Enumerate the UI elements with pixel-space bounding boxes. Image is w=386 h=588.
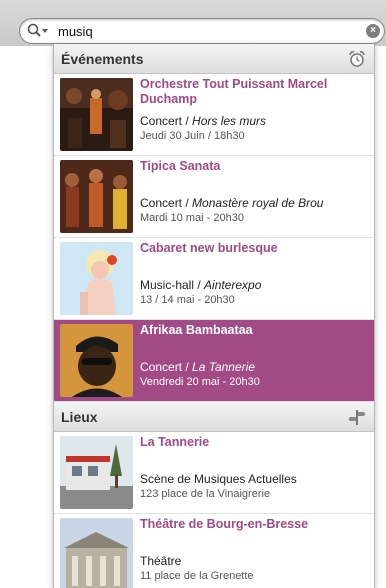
event-category-venue: Concert / Monastère royal de Brou — [140, 196, 324, 210]
place-title: La Tannerie — [140, 435, 210, 449]
place-thumbnail — [60, 436, 133, 509]
place-item[interactable]: La Tannerie Scène de Musiques Actuelles … — [54, 432, 374, 514]
places-section-title: Lieux — [61, 409, 98, 425]
place-address: 11 place de la Grenette — [140, 570, 254, 582]
search-input[interactable] — [58, 22, 358, 40]
event-thumbnail — [60, 242, 133, 315]
event-category-venue: Concert / La Tannerie — [140, 360, 255, 374]
event-item-selected[interactable]: Afrikaa Bambaataa Concert / La Tannerie … — [54, 320, 374, 402]
clear-icon[interactable]: × — [366, 24, 380, 38]
event-item[interactable]: Cabaret new burlesque Music-hall / Ainte… — [54, 238, 374, 320]
event-title: Tipica Sanata — [140, 159, 221, 173]
event-category-venue: Music-hall / Ainterexpo — [140, 278, 262, 292]
event-thumbnail — [60, 78, 133, 151]
event-title: Orchestre Tout Puissant Marcel Duchamp — [140, 77, 328, 106]
event-thumbnail — [60, 324, 133, 397]
search-icon[interactable] — [27, 23, 49, 39]
search-toolbar: × — [0, 0, 386, 46]
place-type: Théâtre — [140, 554, 182, 568]
search-field[interactable]: × — [19, 18, 385, 44]
event-item[interactable]: Tipica Sanata Concert / Monastère royal … — [54, 156, 374, 238]
events-section-title: Événements — [61, 51, 144, 67]
places-section-header: Lieux — [54, 402, 374, 432]
place-address: 123 place de la Vinaigrerie — [140, 488, 271, 500]
event-date: Vendredi 20 mai - 20h30 — [140, 376, 260, 388]
alarm-clock-icon — [348, 50, 366, 68]
place-item[interactable]: Théâtre de Bourg-en-Bresse Théâtre 11 pl… — [54, 514, 374, 588]
search-results-popup: Événements Orchestre Tout Puissant Marce… — [53, 44, 375, 588]
event-title: Afrikaa Bambaataa — [140, 323, 253, 337]
events-section-header: Événements — [54, 44, 374, 74]
event-category-venue: Concert / Hors les murs — [140, 114, 267, 128]
event-date: Mardi 10 mai - 20h30 — [140, 212, 244, 224]
place-type: Scène de Musiques Actuelles — [140, 472, 297, 486]
event-thumbnail — [60, 160, 133, 233]
event-title: Cabaret new burlesque — [140, 241, 278, 255]
signpost-icon — [348, 408, 366, 426]
event-date: 13 / 14 mai - 20h30 — [140, 294, 235, 306]
event-date: Jeudi 30 Juin / 18h30 — [140, 130, 245, 142]
event-item[interactable]: Orchestre Tout Puissant Marcel Duchamp C… — [54, 74, 374, 156]
place-thumbnail — [60, 518, 133, 588]
place-title: Théâtre de Bourg-en-Bresse — [140, 517, 309, 531]
